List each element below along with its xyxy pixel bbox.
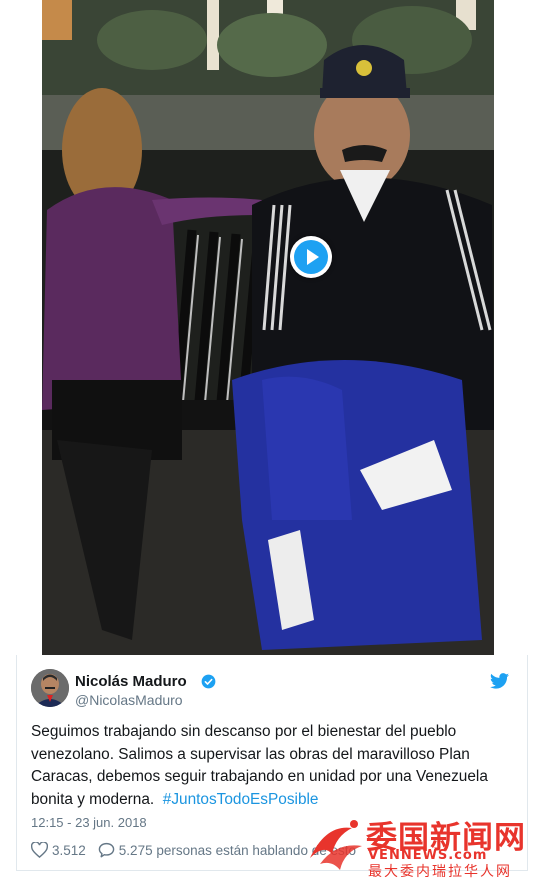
watermark-subtitle: 最大委内瑞拉华人网 — [368, 864, 512, 880]
heart-icon[interactable] — [31, 842, 48, 858]
like-count: 3.512 — [52, 842, 86, 858]
video-scene — [42, 0, 494, 655]
hashtag-link[interactable]: #JuntosTodoEsPosible — [163, 791, 319, 808]
verified-badge-icon — [201, 674, 216, 689]
author-handle[interactable]: @NicolasMaduro — [75, 692, 183, 708]
tweet-video — [0, 0, 536, 655]
tweet-timestamp[interactable]: 12:15 - 23 jun. 2018 — [31, 815, 147, 830]
conversation-icon[interactable] — [98, 842, 115, 858]
tweet-text: Seguimos trabajando sin descanso por el … — [31, 721, 515, 811]
twitter-bird-icon[interactable] — [490, 673, 509, 689]
vennews-logo-icon — [310, 820, 362, 870]
play-button[interactable] — [290, 236, 332, 278]
vennews-watermark: 委国新闻网 VENNEWS.com 最大委内瑞拉华人网 — [306, 812, 532, 880]
author-avatar[interactable] — [31, 669, 69, 707]
video-frame[interactable] — [42, 0, 494, 655]
author-name[interactable]: Nicolás Maduro — [75, 673, 187, 690]
play-icon — [294, 240, 328, 274]
